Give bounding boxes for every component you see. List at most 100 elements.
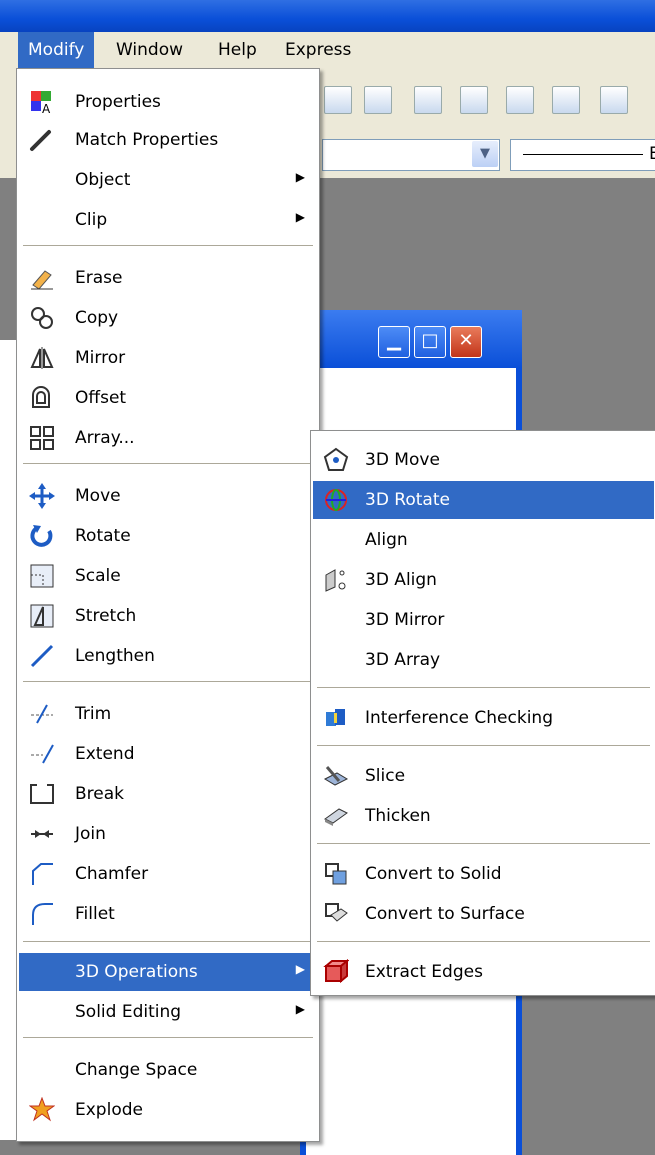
menu-label: Match Properties xyxy=(75,130,219,150)
chevron-down-icon[interactable]: ▼ xyxy=(472,141,498,167)
menu-label: Lengthen xyxy=(75,646,155,666)
sheet-set-icon[interactable] xyxy=(506,86,534,114)
menu-window[interactable]: Window xyxy=(106,32,193,68)
menu-item-properties[interactable]: A Properties xyxy=(19,83,317,121)
menu-item-thicken[interactable]: Thicken xyxy=(313,797,654,835)
menu-item-object[interactable]: Object ▶ xyxy=(19,161,317,199)
menu-item-interference-checking[interactable]: Interference Checking xyxy=(313,699,654,737)
calculator-icon[interactable] xyxy=(600,86,628,114)
convert-surface-icon xyxy=(323,901,349,927)
menu-item-3d-operations[interactable]: 3D Operations ▶ xyxy=(19,953,317,991)
menu-help[interactable]: Help xyxy=(208,32,267,68)
menu-item-align[interactable]: Align xyxy=(313,521,654,559)
chevron-right-icon: ▶ xyxy=(295,1002,305,1016)
color-combo[interactable]: ▼ xyxy=(322,139,500,171)
scale-icon xyxy=(29,563,55,589)
menu-item-lengthen[interactable]: Lengthen xyxy=(19,637,317,675)
tool-palettes-icon[interactable] xyxy=(460,86,488,114)
break-icon xyxy=(29,781,55,807)
extract-edges-icon xyxy=(323,959,349,985)
menu-label: 3D Move xyxy=(365,450,440,470)
menu-item-join[interactable]: Join xyxy=(19,815,317,853)
move-icon xyxy=(29,483,55,509)
menu-item-mirror[interactable]: Mirror xyxy=(19,339,317,377)
properties-icon: A xyxy=(29,89,55,115)
menu-label: Fillet xyxy=(75,904,115,924)
linetype-combo[interactable]: B xyxy=(510,139,655,171)
offset-icon xyxy=(29,385,55,411)
menu-label: 3D Rotate xyxy=(365,490,450,510)
menu-item-slice[interactable]: Slice xyxy=(313,757,654,795)
menu-item-move[interactable]: Move xyxy=(19,477,317,515)
menu-label: Extend xyxy=(75,744,135,764)
menu-item-stretch[interactable]: Stretch xyxy=(19,597,317,635)
zoom-icon[interactable] xyxy=(324,86,352,114)
menu-item-match-properties[interactable]: Match Properties xyxy=(19,121,317,159)
minimize-button[interactable]: ▁ xyxy=(378,326,410,358)
menu-item-trim[interactable]: Trim xyxy=(19,695,317,733)
menu-item-3d-move[interactable]: 3D Move xyxy=(313,441,654,479)
menu-item-3d-mirror[interactable]: 3D Mirror xyxy=(313,601,654,639)
maximize-button[interactable]: □ xyxy=(414,326,446,358)
menu-item-3d-array[interactable]: 3D Array xyxy=(313,641,654,679)
menu-item-rotate[interactable]: Rotate xyxy=(19,517,317,555)
slice-icon xyxy=(323,763,349,789)
menu-label: Clip xyxy=(75,210,108,230)
menu-label: Extract Edges xyxy=(365,962,483,982)
menu-item-3d-rotate[interactable]: 3D Rotate xyxy=(313,481,654,519)
menu-separator xyxy=(23,463,313,464)
menu-item-fillet[interactable]: Fillet xyxy=(19,895,317,933)
3d-move-icon xyxy=(323,447,349,473)
menu-item-change-space[interactable]: Change Space xyxy=(19,1051,317,1089)
close-button[interactable]: ✕ xyxy=(450,326,482,358)
chevron-right-icon: ▶ xyxy=(295,170,305,184)
rotate-icon xyxy=(29,523,55,549)
menu-separator xyxy=(317,941,650,942)
menu-item-3d-align[interactable]: 3D Align xyxy=(313,561,654,599)
menu-label: Join xyxy=(75,824,106,844)
menu-label: Chamfer xyxy=(75,864,149,884)
menu-label: Solid Editing xyxy=(75,1002,182,1022)
3d-rotate-icon xyxy=(323,487,349,513)
menu-item-clip[interactable]: Clip ▶ xyxy=(19,201,317,239)
design-center-icon[interactable] xyxy=(414,86,442,114)
menu-label: Array... xyxy=(75,428,135,448)
menu-item-copy[interactable]: Copy xyxy=(19,299,317,337)
drawing-window-titlebar xyxy=(300,310,522,368)
menu-item-array[interactable]: Array... xyxy=(19,419,317,457)
paintbrush-icon xyxy=(29,127,55,153)
menu-label: Break xyxy=(75,784,124,804)
menu-label: 3D Array xyxy=(365,650,441,670)
menu-label: Object xyxy=(75,170,131,190)
menu-item-extend[interactable]: Extend xyxy=(19,735,317,773)
menu-item-offset[interactable]: Offset xyxy=(19,379,317,417)
menu-item-solid-editing[interactable]: Solid Editing ▶ xyxy=(19,993,317,1031)
menu-label: Move xyxy=(75,486,121,506)
svg-text:A: A xyxy=(42,102,51,115)
menu-label: Stretch xyxy=(75,606,137,626)
menu-separator xyxy=(23,681,313,682)
menu-item-break[interactable]: Break xyxy=(19,775,317,813)
chevron-right-icon: ▶ xyxy=(295,962,305,976)
markup-icon[interactable] xyxy=(552,86,580,114)
properties-tool-icon[interactable] xyxy=(364,86,392,114)
menu-separator xyxy=(23,245,313,246)
menu-item-erase[interactable]: Erase xyxy=(19,259,317,297)
menu-item-explode[interactable]: Explode xyxy=(19,1091,317,1129)
menu-label: 3D Mirror xyxy=(365,610,445,630)
menu-item-convert-to-solid[interactable]: Convert to Solid xyxy=(313,855,654,893)
menu-label: Mirror xyxy=(75,348,126,368)
menu-item-chamfer[interactable]: Chamfer xyxy=(19,855,317,893)
menu-modify[interactable]: Modify xyxy=(18,32,95,68)
menu-label: Copy xyxy=(75,308,119,328)
join-icon xyxy=(29,821,55,847)
menu-express[interactable]: Express xyxy=(275,32,361,68)
menu-item-convert-to-surface[interactable]: Convert to Surface xyxy=(313,895,654,933)
interference-icon xyxy=(323,705,349,731)
menu-label: Slice xyxy=(365,766,406,786)
menu-item-scale[interactable]: Scale xyxy=(19,557,317,595)
menu-label: Thicken xyxy=(365,806,431,826)
menu-item-extract-edges[interactable]: Extract Edges xyxy=(313,953,654,991)
chevron-right-icon: ▶ xyxy=(295,210,305,224)
extend-icon xyxy=(29,741,55,767)
